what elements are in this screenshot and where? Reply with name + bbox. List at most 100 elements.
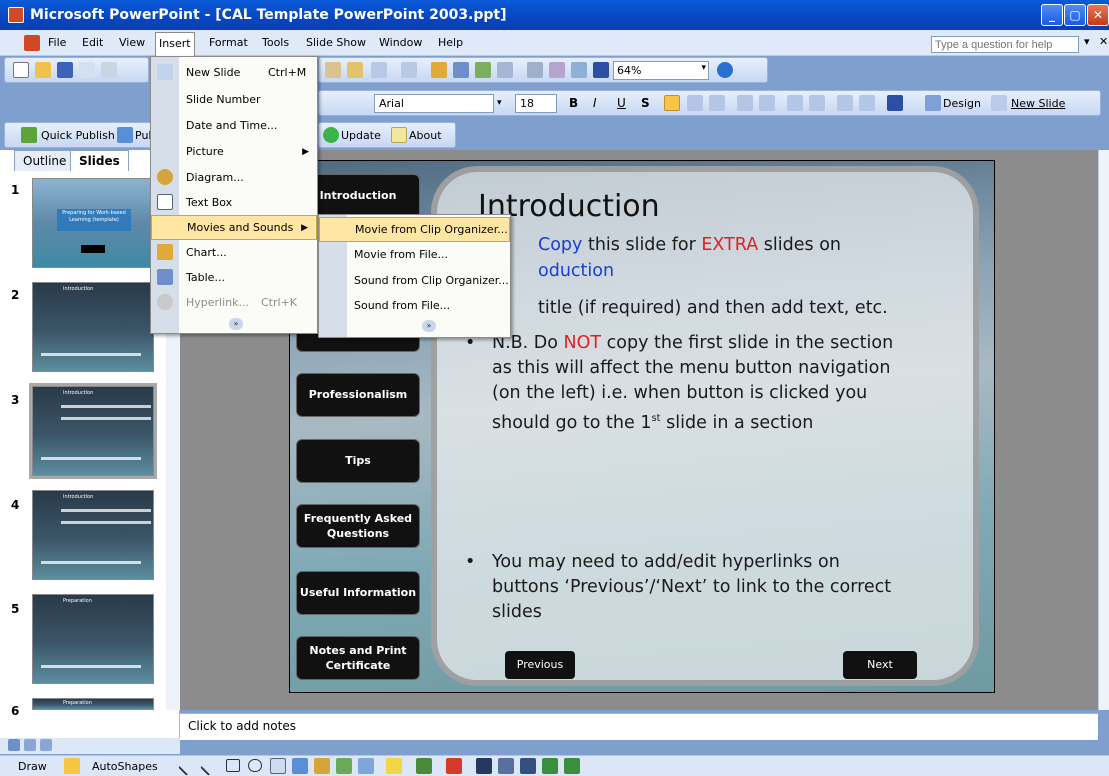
autoshapes-menu-button[interactable]: AutoShapes [92, 760, 158, 773]
email-icon[interactable] [101, 62, 117, 78]
permission-icon[interactable] [79, 62, 95, 78]
new-icon[interactable] [13, 62, 29, 78]
bullet-3[interactable]: • N.B. Do NOT copy the first slide in th… [465, 331, 945, 436]
maximize-button[interactable]: ▢ [1064, 4, 1086, 26]
font-select[interactable]: Arial [374, 94, 494, 113]
menu-item-slide-number[interactable]: Slide Number [151, 87, 317, 112]
select-objects-icon[interactable] [64, 758, 80, 774]
menu-item-sound-from-clip-organizer[interactable]: Sound from Clip Organizer... [319, 268, 510, 293]
menu-tools[interactable]: Tools [262, 36, 289, 49]
menu-item-diagram[interactable]: Diagram... [151, 165, 317, 190]
oval-icon[interactable] [248, 759, 262, 772]
font-color-icon[interactable] [887, 95, 903, 111]
menu-format[interactable]: Format [209, 36, 248, 49]
formatting-marks-icon[interactable] [549, 62, 565, 78]
previous-button[interactable]: Previous [505, 651, 575, 679]
font-size-select[interactable]: 18 [515, 94, 557, 113]
about-button[interactable]: About [409, 129, 442, 142]
rectangle-icon[interactable] [226, 759, 240, 772]
line-icon[interactable] [178, 756, 198, 776]
align-right-icon[interactable] [709, 95, 725, 111]
menu-insert[interactable]: Insert [155, 32, 195, 56]
open-icon[interactable] [35, 62, 51, 78]
underline-button[interactable]: U [617, 96, 626, 110]
menu-item-new-slide[interactable]: New Slide Ctrl+M [151, 60, 317, 85]
insert-picture-icon[interactable] [475, 62, 491, 78]
align-left-icon[interactable] [664, 95, 680, 111]
insert-table-icon[interactable] [453, 62, 469, 78]
slide-vertical-scrollbar[interactable] [1098, 150, 1109, 710]
help-icon[interactable] [717, 62, 733, 78]
bullet-1[interactable]: Copy this slide for EXTRA slides on [538, 233, 958, 258]
chevron-down-icon[interactable]: ▾ [497, 94, 511, 113]
italic-button[interactable]: I [593, 96, 597, 110]
menu-slide-show[interactable]: Slide Show [306, 36, 366, 49]
expand-menu-chevron-icon[interactable]: » [422, 320, 436, 332]
fill-color-icon[interactable] [386, 758, 402, 774]
align-center-icon[interactable] [687, 95, 703, 111]
format-painter-icon[interactable] [347, 62, 363, 78]
close-button[interactable]: ✕ [1087, 4, 1109, 26]
new-slide-button[interactable]: New Slide [1011, 97, 1065, 110]
grid-icon[interactable] [571, 62, 587, 78]
undo-icon[interactable] [371, 62, 387, 78]
menu-item-movie-from-clip-organizer[interactable]: Movie from Clip Organizer... [319, 217, 510, 242]
expand-menu-chevron-icon[interactable]: » [229, 318, 243, 330]
menu-item-movie-from-file[interactable]: Movie from File... [319, 242, 510, 267]
notes-pane[interactable]: Click to add notes [180, 713, 1098, 740]
insert-chart-icon[interactable] [431, 62, 447, 78]
menu-item-table[interactable]: Table... [151, 265, 317, 290]
draw-menu-button[interactable]: Draw [18, 760, 47, 773]
nav-button-faq[interactable]: Frequently Asked Questions [296, 504, 420, 548]
help-dropdown-arrow[interactable]: ▾ [1084, 35, 1090, 48]
menu-edit[interactable]: Edit [82, 36, 103, 49]
slide-thumbnail-4[interactable]: Introduction [32, 490, 154, 580]
menu-item-hyperlink[interactable]: Hyperlink... Ctrl+K [151, 290, 317, 315]
menu-item-text-box[interactable]: Text Box [151, 190, 317, 215]
slide-thumbnail-5[interactable]: Preparation [32, 594, 154, 684]
bullet-1-line-2[interactable]: oduction [538, 259, 614, 284]
decrease-font-icon[interactable] [809, 95, 825, 111]
expand-icon[interactable] [527, 62, 543, 78]
line-color-icon[interactable] [416, 758, 432, 774]
nav-button-professionalism[interactable]: Professionalism [296, 373, 420, 417]
nav-button-tips[interactable]: Tips [296, 439, 420, 483]
menu-view[interactable]: View [119, 36, 145, 49]
publish-button[interactable]: Pul [135, 129, 151, 142]
normal-view-icon[interactable] [8, 739, 20, 751]
design-button[interactable]: Design [943, 97, 981, 110]
menu-help[interactable]: Help [438, 36, 463, 49]
update-button[interactable]: Update [341, 129, 381, 142]
diagram-icon[interactable] [314, 758, 330, 774]
menu-item-movies-and-sounds[interactable]: Movies and Sounds ▶ [151, 215, 317, 240]
shadow-style-icon[interactable] [542, 758, 558, 774]
slide-thumbnail-2[interactable]: Introduction [32, 282, 154, 372]
zoom-select[interactable]: 64% ▾ [613, 61, 709, 80]
decrease-indent-icon[interactable] [837, 95, 853, 111]
arrow-style-icon[interactable] [520, 758, 536, 774]
font-color-icon[interactable] [446, 758, 462, 774]
shadow-button[interactable]: S [641, 96, 650, 110]
clip-art-icon[interactable] [336, 758, 352, 774]
nav-button-notes-print-certificate[interactable]: Notes and Print Certificate [296, 636, 420, 680]
slide-show-icon[interactable] [40, 739, 52, 751]
slide-thumbnail-1[interactable]: Preparing for Work-based Learning (templ… [32, 178, 154, 268]
document-icon[interactable] [24, 35, 40, 51]
increase-indent-icon[interactable] [859, 95, 875, 111]
next-button[interactable]: Next [843, 651, 917, 679]
bullets-icon[interactable] [759, 95, 775, 111]
menu-item-sound-from-file[interactable]: Sound from File... [319, 293, 510, 318]
menu-item-date-time[interactable]: Date and Time... [151, 113, 317, 138]
minimize-button[interactable]: _ [1041, 4, 1063, 26]
slide-sorter-icon[interactable] [24, 739, 36, 751]
menu-item-chart[interactable]: Chart... [151, 240, 317, 265]
color-grayscale-icon[interactable] [593, 62, 609, 78]
tab-slides[interactable]: Slides [70, 150, 129, 171]
paste-icon[interactable] [325, 62, 341, 78]
arrow-icon[interactable] [200, 756, 220, 776]
document-close-button[interactable]: ✕ [1099, 35, 1108, 48]
slide-thumbnail-6[interactable]: Preparation [32, 698, 154, 710]
slide-thumbnail-3[interactable]: Introduction [29, 383, 157, 479]
dash-style-icon[interactable] [498, 758, 514, 774]
picture-icon[interactable] [358, 758, 374, 774]
